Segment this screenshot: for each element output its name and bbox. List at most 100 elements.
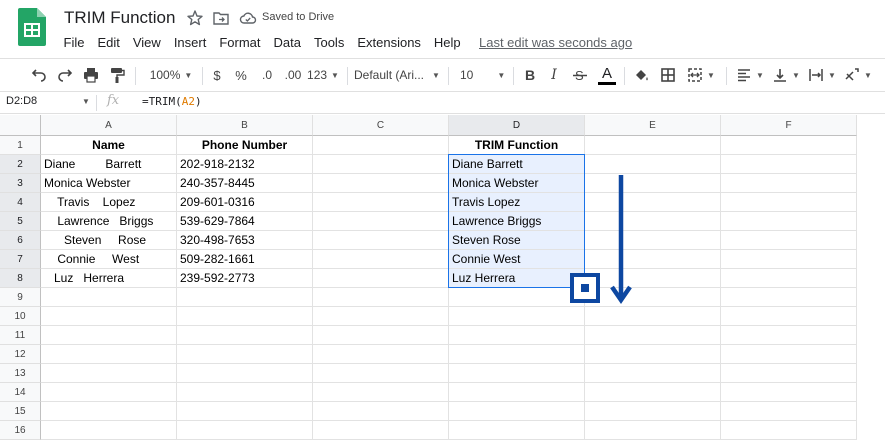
increase-decimal-button[interactable]: .00 bbox=[282, 59, 304, 91]
cell-b12[interactable] bbox=[177, 345, 313, 364]
cell-e5[interactable] bbox=[585, 212, 721, 231]
cell-e6[interactable] bbox=[585, 231, 721, 250]
font-family-select[interactable]: Default (Ari... ▼ bbox=[354, 59, 442, 91]
last-edit-link[interactable]: Last edit was seconds ago bbox=[479, 35, 632, 50]
menu-insert[interactable]: Insert bbox=[167, 34, 213, 52]
cell-d16[interactable] bbox=[449, 421, 585, 440]
cell-c12[interactable] bbox=[313, 345, 449, 364]
row-header-12[interactable]: 12 bbox=[0, 345, 41, 364]
cell-c14[interactable] bbox=[313, 383, 449, 402]
menu-file[interactable]: File bbox=[57, 34, 91, 52]
select-all-corner[interactable] bbox=[0, 115, 41, 136]
cell-f14[interactable] bbox=[721, 383, 857, 402]
cell-a13[interactable] bbox=[41, 364, 177, 383]
menu-extensions[interactable]: Extensions bbox=[351, 34, 428, 52]
horizontal-align-button[interactable]: ▼ bbox=[734, 59, 766, 91]
cell-b15[interactable] bbox=[177, 402, 313, 421]
cell-b14[interactable] bbox=[177, 383, 313, 402]
row-header-14[interactable]: 14 bbox=[0, 383, 41, 402]
cell-c13[interactable] bbox=[313, 364, 449, 383]
row-header-7[interactable]: 7 bbox=[0, 250, 41, 269]
cell-f8[interactable] bbox=[721, 269, 857, 288]
percent-format-button[interactable]: % bbox=[232, 59, 250, 91]
cell-c3[interactable] bbox=[313, 174, 449, 193]
cell-c9[interactable] bbox=[313, 288, 449, 307]
cell-b1[interactable]: Phone Number bbox=[177, 136, 313, 155]
cell-d8[interactable]: Luz Herrera bbox=[449, 269, 585, 288]
cell-a12[interactable] bbox=[41, 345, 177, 364]
cell-b5[interactable]: 539-629-7864 bbox=[177, 212, 313, 231]
print-button[interactable] bbox=[80, 59, 102, 91]
cell-c16[interactable] bbox=[313, 421, 449, 440]
cell-b7[interactable]: 509-282-1661 bbox=[177, 250, 313, 269]
cell-b6[interactable]: 320-498-7653 bbox=[177, 231, 313, 250]
cell-b13[interactable] bbox=[177, 364, 313, 383]
row-header-8[interactable]: 8 bbox=[0, 269, 41, 288]
cell-c4[interactable] bbox=[313, 193, 449, 212]
cell-d13[interactable] bbox=[449, 364, 585, 383]
cell-f11[interactable] bbox=[721, 326, 857, 345]
cell-a5[interactable]: Lawrence Briggs bbox=[41, 212, 177, 231]
cell-f16[interactable] bbox=[721, 421, 857, 440]
cell-b8[interactable]: 239-592-2773 bbox=[177, 269, 313, 288]
row-header-4[interactable]: 4 bbox=[0, 193, 41, 212]
cell-f12[interactable] bbox=[721, 345, 857, 364]
cell-d15[interactable] bbox=[449, 402, 585, 421]
row-header-2[interactable]: 2 bbox=[0, 155, 41, 174]
menu-data[interactable]: Data bbox=[267, 34, 307, 52]
star-icon[interactable] bbox=[186, 9, 204, 27]
cell-c5[interactable] bbox=[313, 212, 449, 231]
cell-f6[interactable] bbox=[721, 231, 857, 250]
cell-c8[interactable] bbox=[313, 269, 449, 288]
column-header-c[interactable]: C bbox=[313, 115, 449, 136]
borders-button[interactable] bbox=[658, 59, 678, 91]
text-wrapping-button[interactable]: ▼ bbox=[806, 59, 838, 91]
cell-d4[interactable]: Travis Lopez bbox=[449, 193, 585, 212]
cell-c10[interactable] bbox=[313, 307, 449, 326]
cell-d3[interactable]: Monica Webster bbox=[449, 174, 585, 193]
zoom-select[interactable]: 100% ▼ bbox=[142, 59, 200, 91]
paint-format-button[interactable] bbox=[106, 59, 128, 91]
cell-a8[interactable]: Luz Herrera bbox=[41, 269, 177, 288]
cell-e15[interactable] bbox=[585, 402, 721, 421]
cell-d10[interactable] bbox=[449, 307, 585, 326]
move-to-folder-icon[interactable] bbox=[212, 9, 230, 27]
document-title[interactable]: TRIM Function bbox=[64, 8, 175, 28]
cell-e14[interactable] bbox=[585, 383, 721, 402]
menu-edit[interactable]: Edit bbox=[91, 34, 126, 52]
cell-a4[interactable]: Travis Lopez bbox=[41, 193, 177, 212]
cell-f9[interactable] bbox=[721, 288, 857, 307]
column-header-b[interactable]: B bbox=[177, 115, 313, 136]
font-size-select[interactable]: 10 ▼ bbox=[454, 59, 510, 91]
cell-e2[interactable] bbox=[585, 155, 721, 174]
cell-a10[interactable] bbox=[41, 307, 177, 326]
bold-button[interactable]: B bbox=[520, 59, 540, 91]
row-header-6[interactable]: 6 bbox=[0, 231, 41, 250]
cell-e9[interactable] bbox=[585, 288, 721, 307]
name-box[interactable]: D2:D8 bbox=[6, 95, 37, 107]
cell-b10[interactable] bbox=[177, 307, 313, 326]
cell-d14[interactable] bbox=[449, 383, 585, 402]
cell-d5[interactable]: Lawrence Briggs bbox=[449, 212, 585, 231]
redo-button[interactable] bbox=[54, 59, 76, 91]
cell-f1[interactable] bbox=[721, 136, 857, 155]
cloud-saved-icon[interactable] bbox=[239, 9, 257, 27]
more-formats-select[interactable]: 123 ▼ bbox=[306, 59, 340, 91]
merge-cells-button[interactable]: ▼ bbox=[684, 59, 718, 91]
sheets-logo-icon[interactable] bbox=[18, 8, 46, 46]
cell-a9[interactable] bbox=[41, 288, 177, 307]
cell-d9[interactable] bbox=[449, 288, 585, 307]
cell-c6[interactable] bbox=[313, 231, 449, 250]
cell-b16[interactable] bbox=[177, 421, 313, 440]
column-header-d[interactable]: D bbox=[449, 115, 585, 136]
cell-c11[interactable] bbox=[313, 326, 449, 345]
cell-d7[interactable]: Connie West bbox=[449, 250, 585, 269]
cell-f2[interactable] bbox=[721, 155, 857, 174]
cell-d11[interactable] bbox=[449, 326, 585, 345]
row-header-11[interactable]: 11 bbox=[0, 326, 41, 345]
cell-e8[interactable] bbox=[585, 269, 721, 288]
menu-tools[interactable]: Tools bbox=[307, 34, 350, 52]
cell-e11[interactable] bbox=[585, 326, 721, 345]
cell-b2[interactable]: 202-918-2132 bbox=[177, 155, 313, 174]
strikethrough-button[interactable]: S bbox=[570, 59, 590, 91]
